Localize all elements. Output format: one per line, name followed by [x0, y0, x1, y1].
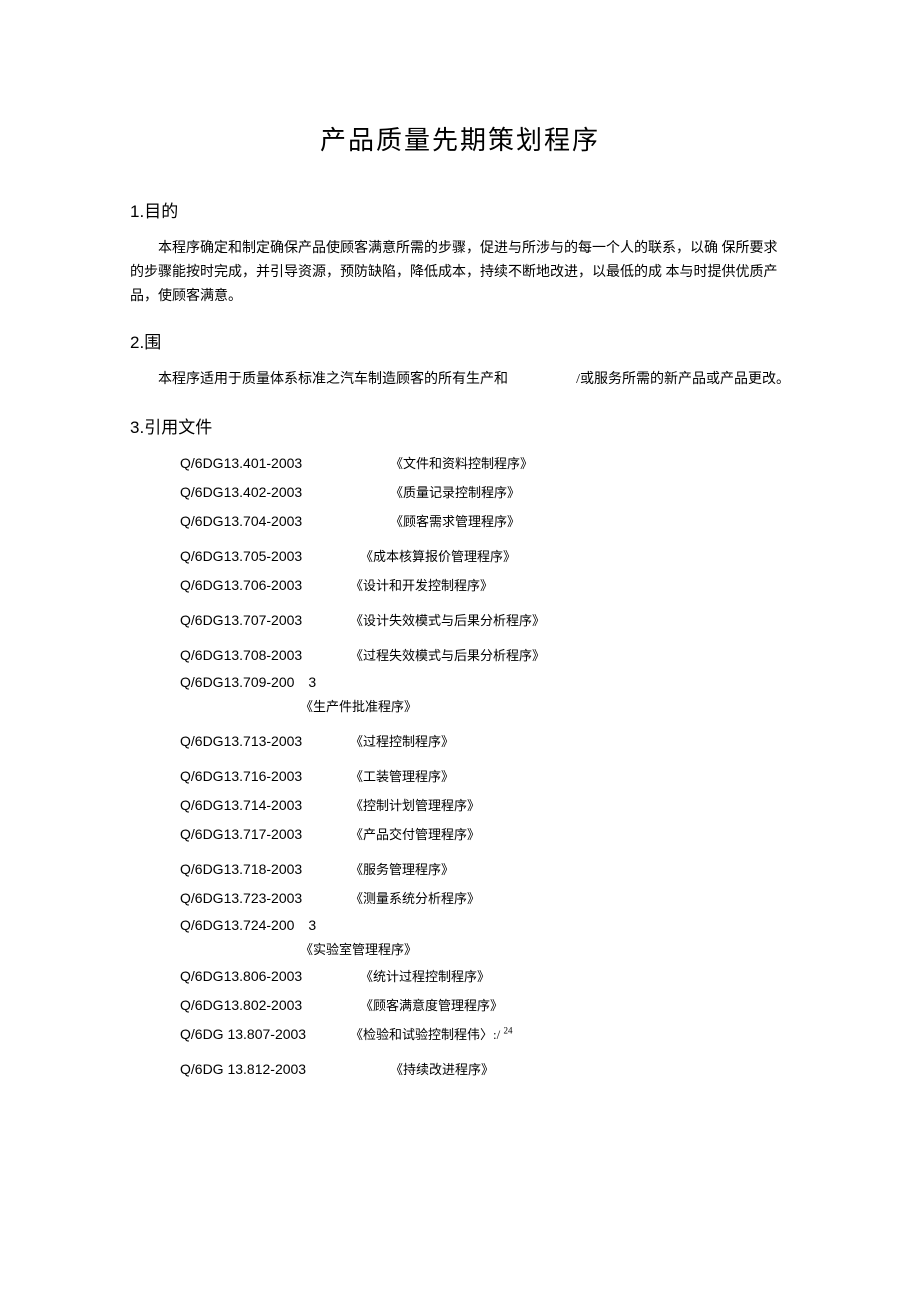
ref-row: Q/6DG13.723-2003 《测量系统分析程序》 — [180, 888, 790, 907]
ref-name: 《顾客满意度管理程序》 — [350, 995, 503, 1014]
ref-name: 《持续改进程序》 — [350, 1059, 494, 1078]
ref-name: 《过程失效模式与后果分析程序》 — [350, 645, 545, 664]
ref-code: Q/6DG 13.807-2003 — [180, 1026, 350, 1042]
ref-name: 《测量系统分析程序》 — [350, 888, 480, 907]
ref-code: Q/6DG13.713-2003 — [180, 733, 350, 749]
ref-code: Q/6DG13.724-200 3 — [180, 917, 350, 933]
ref-row: Q/6DG13.713-2003 《过程控制程序》 — [180, 731, 790, 750]
ref-name: 《顾客需求管理程序》 — [350, 511, 520, 530]
section-2-text: .围 — [139, 333, 161, 352]
ref-name: 《控制计划管理程序》 — [350, 795, 480, 814]
ref-code: Q/6DG13.708-2003 — [180, 647, 350, 663]
ref-code: Q/6DG13.402-2003 — [180, 484, 350, 500]
ref-row: Q/6DG13.802-2003 《顾客满意度管理程序》 — [180, 995, 790, 1014]
ref-row: Q/6DG13.709-200 3 《生产件批准程序》 — [180, 674, 790, 715]
ref-code: Q/6DG13.706-2003 — [180, 577, 350, 593]
ref-name: 《质量记录控制程序》 — [350, 482, 520, 501]
ref-name: 《统计过程控制程序》 — [350, 966, 490, 985]
ref-row: Q/6DG 13.812-2003 《持续改进程序》 — [180, 1059, 790, 1078]
ref-code: Q/6DG13.714-2003 — [180, 797, 350, 813]
ref-code: Q/6DG13.401-2003 — [180, 455, 350, 471]
ref-code: Q/6DG13.806-2003 — [180, 968, 350, 984]
ref-row: Q/6DG13.402-2003 《质量记录控制程序》 — [180, 482, 790, 501]
ref-row: Q/6DG 13.807-2003 《检验和试验控制程伟〉:/ 24 — [180, 1024, 790, 1043]
ref-row: Q/6DG13.724-200 3 《实验室管理程序》 — [180, 917, 790, 958]
section-3-text: .引用文件 — [139, 418, 212, 437]
ref-row: Q/6DG13.706-2003 《设计和开发控制程序》 — [180, 575, 790, 594]
ref-row: Q/6DG13.704-2003 《顾客需求管理程序》 — [180, 511, 790, 530]
ref-row: Q/6DG13.708-2003 《过程失效模式与后果分析程序》 — [180, 645, 790, 664]
scope-right: /或服务所需的新产品或产品更改。 — [576, 368, 790, 388]
ref-name: 《设计失效模式与后果分析程序》 — [350, 610, 545, 629]
ref-row: Q/6DG13.705-2003 《成本核算报价管理程序》 — [180, 546, 790, 565]
section-1-text: .目的 — [139, 202, 178, 221]
ref-code: Q/6DG 13.812-2003 — [180, 1061, 350, 1077]
ref-code: Q/6DG13.802-2003 — [180, 997, 350, 1013]
ref-row: Q/6DG13.714-2003 《控制计划管理程序》 — [180, 795, 790, 814]
ref-name: 《检验和试验控制程伟〉:/ 24 — [350, 1024, 512, 1043]
doc-title: 产品质量先期策划程序 — [130, 120, 790, 157]
section-1-heading: 1.目的 — [130, 197, 790, 222]
ref-row: Q/6DG13.401-2003 《文件和资料控制程序》 — [180, 453, 790, 472]
ref-code: Q/6DG13.705-2003 — [180, 548, 350, 564]
ref-row: Q/6DG13.806-2003 《统计过程控制程序》 — [180, 966, 790, 985]
ref-row: Q/6DG13.707-2003 《设计失效模式与后果分析程序》 — [180, 610, 790, 629]
ref-code: Q/6DG13.709-200 3 — [180, 674, 350, 690]
ref-name: 《实验室管理程序》 — [300, 939, 790, 958]
ref-name: 《文件和资料控制程序》 — [350, 453, 533, 472]
ref-name: 《生产件批准程序》 — [300, 696, 790, 715]
ref-code: Q/6DG13.718-2003 — [180, 861, 350, 877]
section-1-para: 本程序确定和制定确保产品使顾客满意所需的步骤，促进与所涉与的每一个人的联系，以确… — [130, 237, 790, 308]
ref-name: 《成本核算报价管理程序》 — [350, 546, 516, 565]
ref-row: Q/6DG13.718-2003 《服务管理程序》 — [180, 859, 790, 878]
section-2-para: 本程序适用于质量体系标准之汽车制造顾客的所有生产和 /或服务所需的新产品或产品更… — [130, 368, 790, 388]
ref-name: 《设计和开发控制程序》 — [350, 575, 493, 594]
ref-code: Q/6DG13.716-2003 — [180, 768, 350, 784]
ref-row: Q/6DG13.717-2003 《产品交付管理程序》 — [180, 824, 790, 843]
ref-code: Q/6DG13.707-2003 — [180, 612, 350, 628]
ref-code: Q/6DG13.717-2003 — [180, 826, 350, 842]
section-3-heading: 3.引用文件 — [130, 413, 790, 438]
ref-row: Q/6DG13.716-2003 《工装管理程序》 — [180, 766, 790, 785]
ref-name: 《工装管理程序》 — [350, 766, 454, 785]
scope-left: 本程序适用于质量体系标准之汽车制造顾客的所有生产和 — [158, 368, 508, 388]
ref-name: 《过程控制程序》 — [350, 731, 454, 750]
ref-code: Q/6DG13.704-2003 — [180, 513, 350, 529]
ref-code: Q/6DG13.723-2003 — [180, 890, 350, 906]
reference-list: Q/6DG13.401-2003 《文件和资料控制程序》 Q/6DG13.402… — [130, 453, 790, 1078]
ref-name: 《产品交付管理程序》 — [350, 824, 480, 843]
section-2-heading: 2.围 — [130, 328, 790, 353]
ref-name: 《服务管理程序》 — [350, 859, 454, 878]
